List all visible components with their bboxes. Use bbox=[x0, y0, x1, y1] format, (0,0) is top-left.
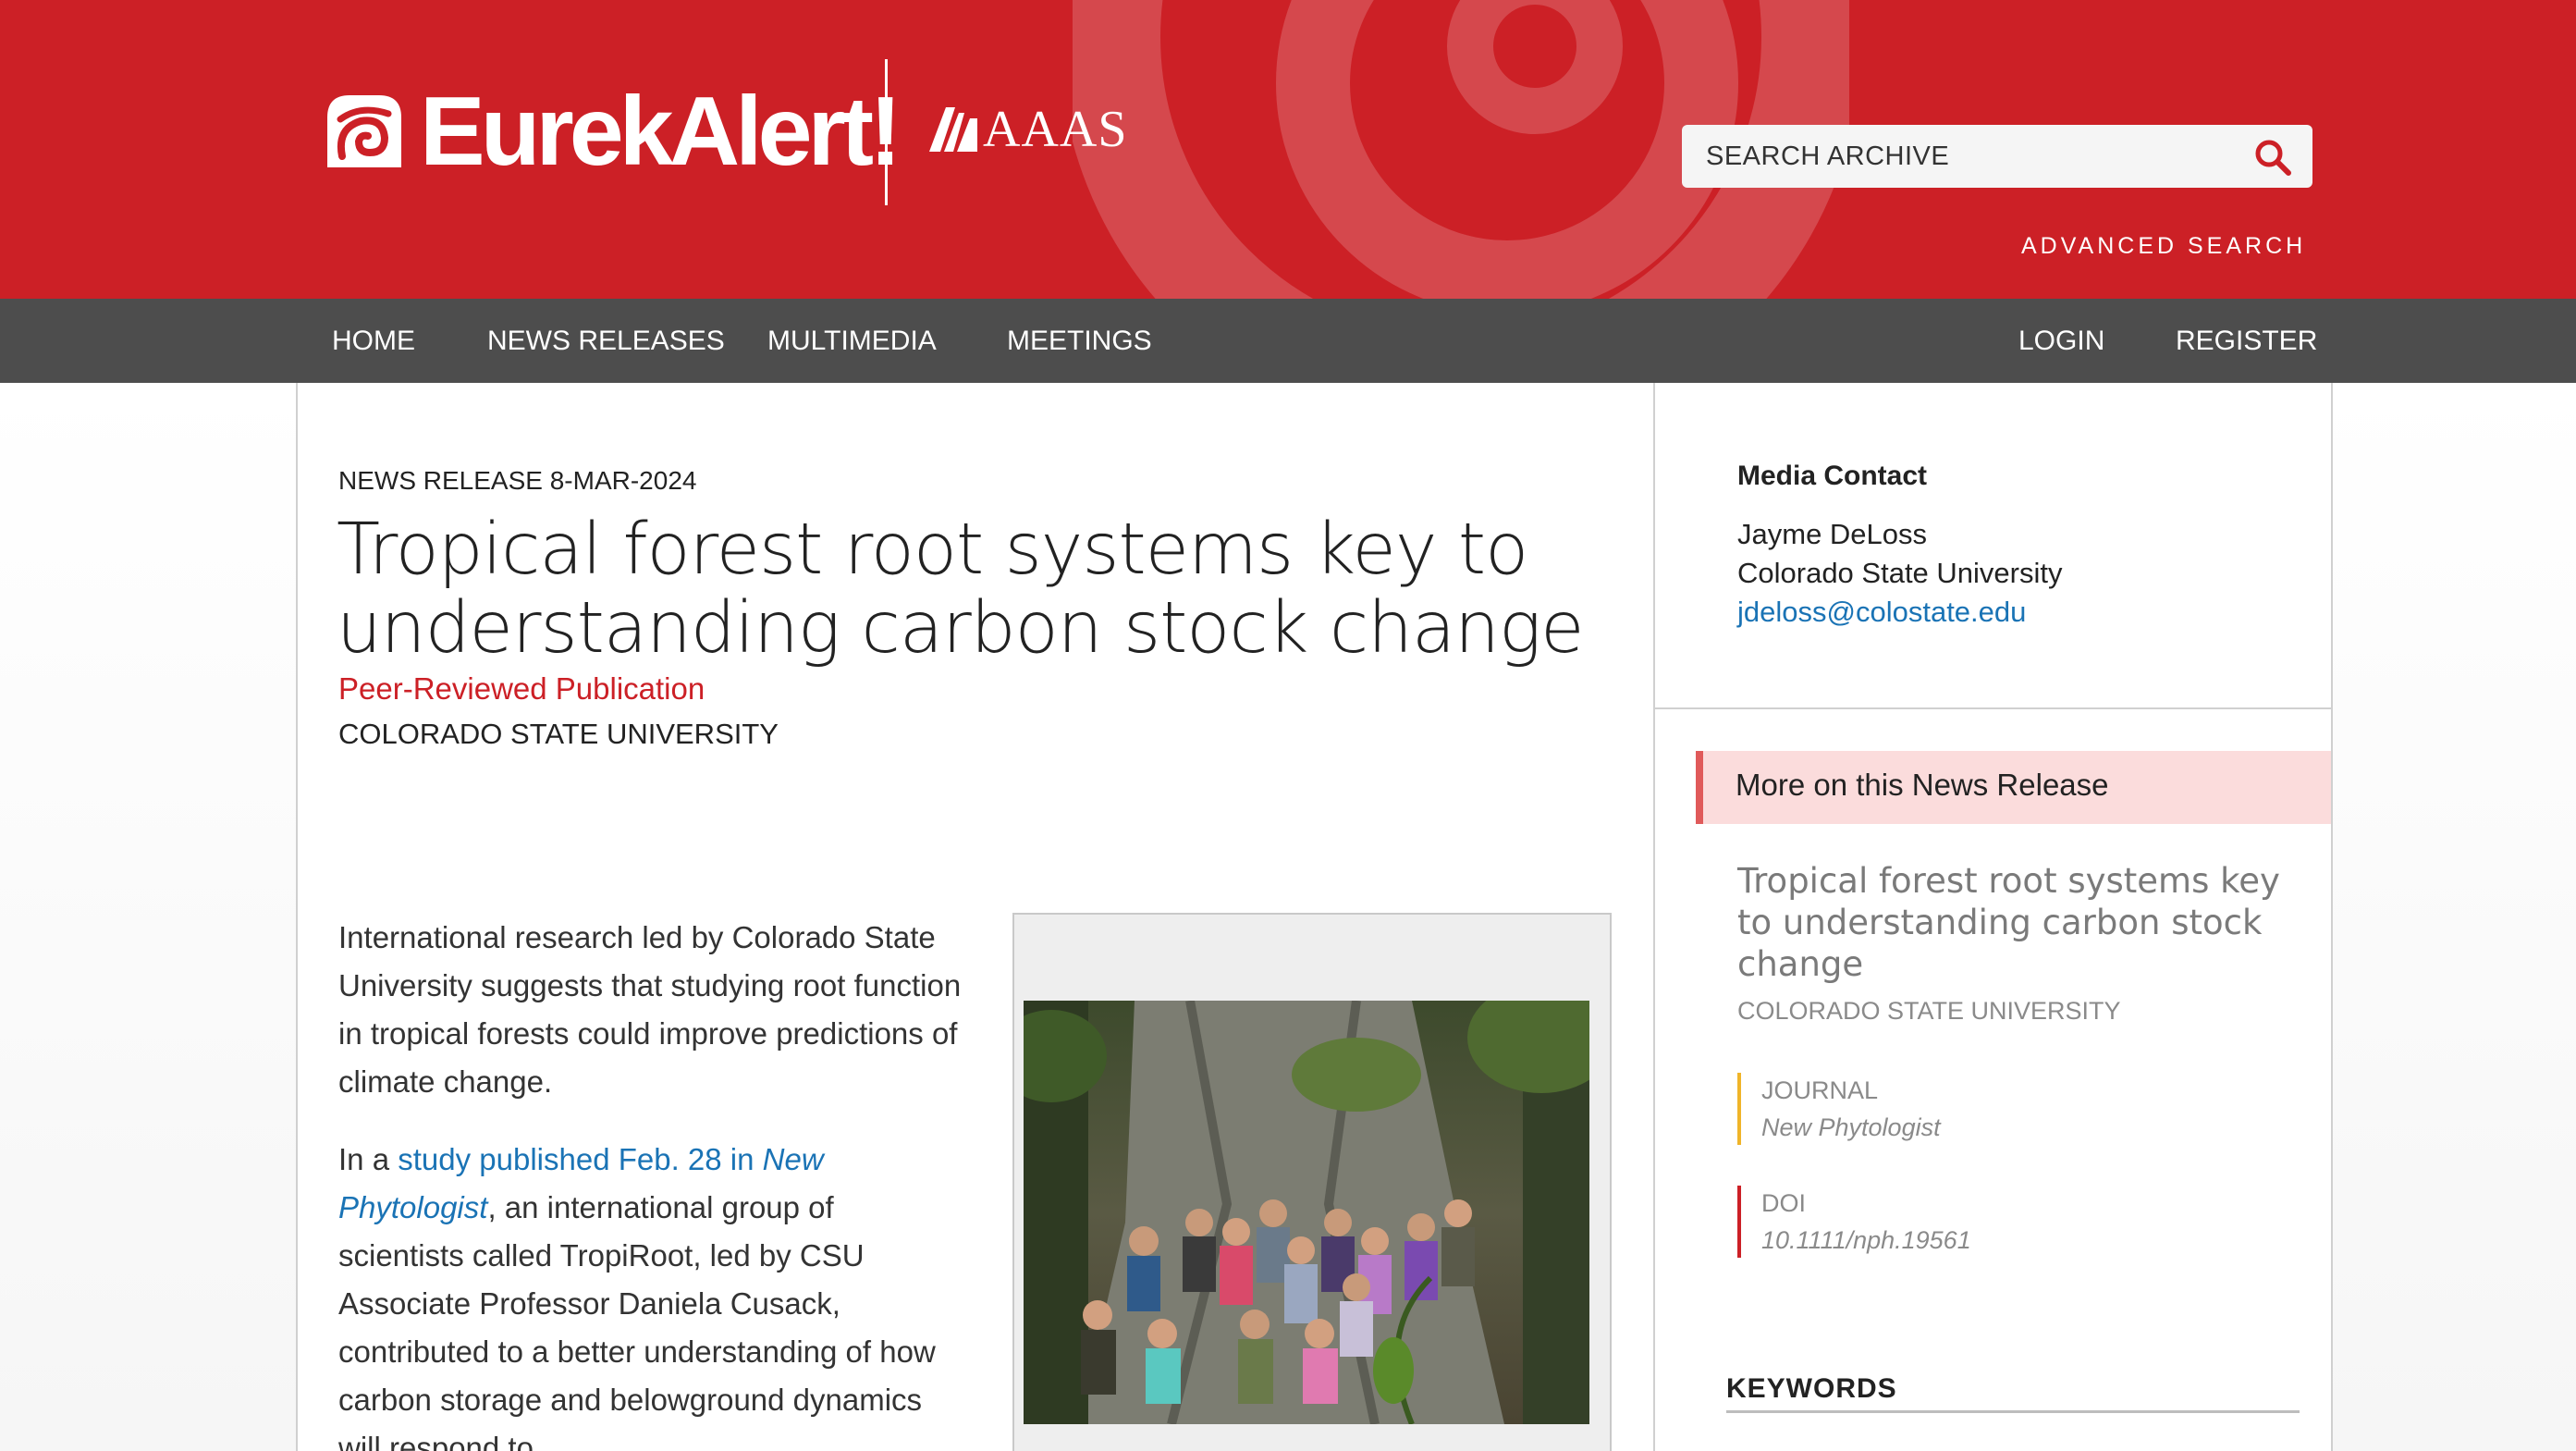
contact-organization: Colorado State University bbox=[1737, 557, 2063, 589]
institution-name: COLORADO STATE UNIVERSITY bbox=[338, 718, 779, 750]
column-border bbox=[1653, 383, 1655, 1451]
logo-wordmark: EurekAlert! bbox=[420, 77, 902, 186]
keywords-underline bbox=[1726, 1410, 2300, 1413]
article-paragraph: In a study published Feb. 28 in New Phyt… bbox=[338, 1136, 967, 1451]
eurekalert-logo[interactable]: EurekAlert! bbox=[324, 77, 902, 186]
release-date: NEWS RELEASE 8-MAR-2024 bbox=[338, 466, 697, 495]
publication-type: Peer-Reviewed Publication bbox=[338, 671, 705, 706]
advanced-search-link[interactable]: ADVANCED SEARCH bbox=[2021, 233, 2306, 260]
headline-line: Tropical forest root systems key to bbox=[337, 509, 1528, 591]
doi-accent-bar bbox=[1737, 1186, 1741, 1258]
aaas-wordmark: AAAS bbox=[983, 101, 1128, 158]
eurekalert-logo-icon bbox=[327, 95, 401, 167]
media-contact-heading: Media Contact bbox=[1737, 461, 1928, 491]
article-photo[interactable] bbox=[1024, 1001, 1589, 1424]
aaas-logo[interactable]: AAAS bbox=[927, 104, 1127, 155]
journal-value: New Phytologist bbox=[1761, 1113, 1941, 1141]
column-border bbox=[2331, 383, 2333, 1451]
journal-label: JOURNAL bbox=[1761, 1076, 1879, 1104]
more-on-release-label: More on this News Release bbox=[1736, 768, 2109, 802]
headline-line: understanding carbon stock change bbox=[337, 587, 1585, 670]
logo-divider bbox=[885, 59, 888, 205]
nav-login[interactable]: LOGIN bbox=[2018, 299, 2104, 383]
paragraph-prefix: In a bbox=[338, 1142, 399, 1176]
paragraph-rest: , an international group of scientists c… bbox=[338, 1190, 936, 1451]
article-paragraph: International research led by Colorado S… bbox=[338, 920, 962, 1099]
sidebar-divider bbox=[1655, 707, 2331, 709]
page-title: Tropical forest root systems key to unde… bbox=[337, 510, 1631, 668]
nav-meetings[interactable]: MEETINGS bbox=[1007, 299, 1152, 383]
contact-name: Jayme DeLoss bbox=[1737, 518, 1928, 550]
nav-news-releases[interactable]: NEWS RELEASES bbox=[487, 299, 725, 383]
search-archive-box bbox=[1682, 125, 2312, 188]
study-link-text: study published Feb. 28 in bbox=[398, 1142, 763, 1176]
nav-register[interactable]: REGISTER bbox=[2176, 299, 2317, 383]
nav-home[interactable]: HOME bbox=[332, 299, 415, 383]
doi-value[interactable]: 10.1111/nph.19561 bbox=[1761, 1226, 1971, 1255]
related-release-institution: COLORADO STATE UNIVERSITY bbox=[1737, 997, 2121, 1025]
journal-accent-bar bbox=[1737, 1073, 1741, 1145]
column-border bbox=[296, 383, 298, 1451]
site-header: EurekAlert! AAAS ADVANCED SEARCH bbox=[0, 0, 2576, 299]
related-release-title[interactable]: Tropical forest root systems key to unde… bbox=[1737, 860, 2292, 985]
main-nav: HOME NEWS RELEASES MULTIMEDIA MEETINGS L… bbox=[0, 299, 2576, 383]
keywords-heading: KEYWORDS bbox=[1726, 1373, 1897, 1404]
doi-label: DOI bbox=[1761, 1189, 1807, 1217]
search-input[interactable] bbox=[1706, 141, 2224, 172]
aaas-logo-icon bbox=[929, 107, 977, 152]
contact-email-link[interactable]: jdeloss@colostate.edu bbox=[1737, 596, 2026, 629]
search-icon[interactable] bbox=[2253, 138, 2292, 177]
nav-multimedia[interactable]: MULTIMEDIA bbox=[767, 299, 937, 383]
